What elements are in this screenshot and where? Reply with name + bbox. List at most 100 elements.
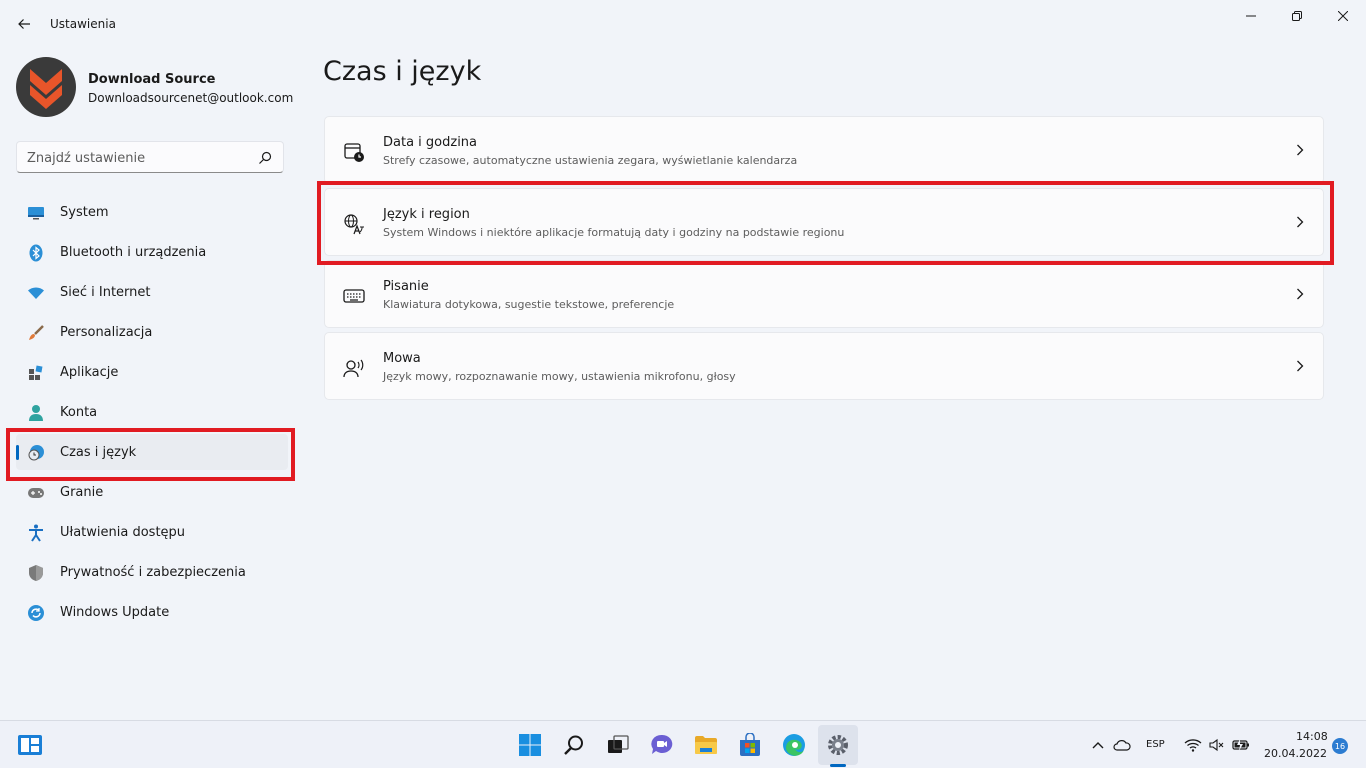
restore-icon (1292, 11, 1302, 21)
network-tray-button[interactable] (1182, 721, 1204, 768)
chevron-right-icon (1297, 288, 1304, 300)
close-icon (1338, 11, 1348, 21)
sidebar-item-time-language[interactable]: Czas i język (16, 434, 288, 470)
card-title: Pisanie (383, 279, 429, 294)
sidebar-nav: System Bluetooth i urządzenia Sieć i Int… (16, 194, 288, 634)
apps-icon (27, 364, 45, 382)
user-profile[interactable]: Download Source Downloadsourcenet@outloo… (16, 57, 296, 117)
keyboard-icon (343, 289, 365, 303)
sidebar-item-accessibility[interactable]: Ułatwienia dostępu (16, 514, 288, 550)
settings-taskbar-button[interactable] (818, 725, 858, 765)
title-bar: Ustawienia (0, 0, 1366, 48)
folder-icon (695, 736, 717, 754)
restore-button[interactable] (1274, 0, 1320, 32)
gamepad-icon (27, 484, 45, 502)
card-language-region[interactable]: Język i region System Windows i niektóre… (324, 188, 1324, 256)
card-description: System Windows i niektóre aplikacje form… (383, 226, 845, 239)
onedrive-button[interactable] (1110, 721, 1134, 768)
close-button[interactable] (1320, 0, 1366, 32)
sidebar-item-personalization[interactable]: Personalizacja (16, 314, 288, 350)
sidebar-item-network[interactable]: Sieć i Internet (16, 274, 288, 310)
download-source-logo-icon (30, 69, 62, 109)
widgets-button[interactable] (10, 725, 50, 765)
sidebar-item-gaming[interactable]: Granie (16, 474, 288, 510)
notification-badge[interactable]: 16 (1332, 738, 1348, 754)
minimize-icon (1246, 15, 1256, 17)
clock-time: 14:08 (1296, 730, 1328, 743)
chevron-right-icon (1297, 144, 1304, 156)
start-button[interactable] (510, 725, 550, 765)
sidebar-item-label: Konta (60, 405, 98, 420)
edge-button[interactable] (774, 725, 814, 765)
minimize-button[interactable] (1228, 0, 1274, 32)
card-title: Data i godzina (383, 135, 478, 150)
sidebar-item-accounts[interactable]: Konta (16, 394, 288, 430)
accessibility-icon (27, 524, 45, 542)
store-button[interactable] (730, 725, 770, 765)
card-typing[interactable]: Pisanie Klawiatura dotykowa, sugestie te… (324, 260, 1324, 328)
card-date-time[interactable]: Data i godzina Strefy czasowe, automatyc… (324, 116, 1324, 184)
clock-date: 20.04.2022 (1264, 747, 1327, 760)
file-explorer-button[interactable] (686, 725, 726, 765)
brush-icon (27, 324, 45, 342)
sidebar-item-label: System (60, 205, 109, 220)
cloud-icon (1113, 740, 1131, 751)
person-icon (27, 404, 45, 422)
clock-globe-icon (27, 444, 45, 462)
card-speech[interactable]: Mowa Język mowy, rozpoznawanie mowy, ust… (324, 332, 1324, 400)
sidebar-item-label: Aplikacje (60, 365, 119, 380)
sidebar-item-windows-update[interactable]: Windows Update (16, 594, 288, 630)
taskbar-search-button[interactable] (554, 725, 594, 765)
widgets-icon (18, 735, 42, 755)
sidebar-item-label: Sieć i Internet (60, 285, 151, 300)
search-box[interactable] (16, 141, 284, 173)
gear-icon (828, 735, 848, 755)
show-hidden-icons-button[interactable] (1088, 721, 1108, 768)
active-app-indicator (830, 764, 846, 767)
monitor-icon (27, 204, 45, 222)
back-button[interactable] (8, 8, 40, 40)
volume-tray-button[interactable] (1206, 721, 1228, 768)
shield-icon (27, 564, 45, 582)
chevron-right-icon (1297, 216, 1304, 228)
page-title: Czas i język (323, 56, 482, 87)
sidebar-item-label: Prywatność i zabezpieczenia (60, 565, 246, 580)
volume-muted-icon (1209, 738, 1224, 752)
windows-logo-icon (519, 734, 541, 756)
sidebar-item-label: Windows Update (60, 605, 170, 620)
search-icon (259, 151, 272, 164)
sidebar-item-label: Granie (60, 485, 104, 500)
chat-button[interactable] (642, 725, 682, 765)
chevron-up-icon (1092, 742, 1104, 749)
sidebar-item-label: Bluetooth i urządzenia (60, 245, 207, 260)
language-icon (344, 214, 364, 235)
update-icon (27, 604, 45, 622)
card-description: Strefy czasowe, automatyczne ustawienia … (383, 154, 798, 167)
profile-name: Download Source (88, 72, 216, 87)
sidebar-item-label: Czas i język (60, 445, 137, 460)
search-icon (564, 735, 583, 755)
card-title: Mowa (383, 351, 421, 366)
sidebar-item-apps[interactable]: Aplikacje (16, 354, 288, 390)
sidebar-item-label: Personalizacja (60, 325, 153, 340)
search-input[interactable] (27, 148, 247, 168)
store-icon (740, 733, 760, 756)
edge-icon (783, 734, 805, 756)
sidebar-item-privacy[interactable]: Prywatność i zabezpieczenia (16, 554, 288, 590)
input-language[interactable]: ESP (1146, 739, 1165, 750)
chat-icon (651, 734, 673, 754)
card-description: Język mowy, rozpoznawanie mowy, ustawien… (383, 370, 736, 383)
arrow-left-icon (18, 19, 30, 29)
battery-tray-button[interactable] (1230, 721, 1252, 768)
taskbar: ESP 14:08 20.04.2022 16 (0, 720, 1366, 768)
wifi-icon (1184, 739, 1202, 752)
avatar (16, 57, 76, 117)
chevron-right-icon (1297, 360, 1304, 372)
profile-email: Downloadsourcenet@outlook.com (88, 91, 294, 105)
active-indicator (16, 445, 19, 460)
sidebar-item-bluetooth[interactable]: Bluetooth i urządzenia (16, 234, 288, 270)
sidebar-item-system[interactable]: System (16, 194, 288, 230)
card-title: Język i region (383, 207, 470, 222)
task-view-button[interactable] (598, 725, 638, 765)
bluetooth-icon (27, 244, 45, 262)
